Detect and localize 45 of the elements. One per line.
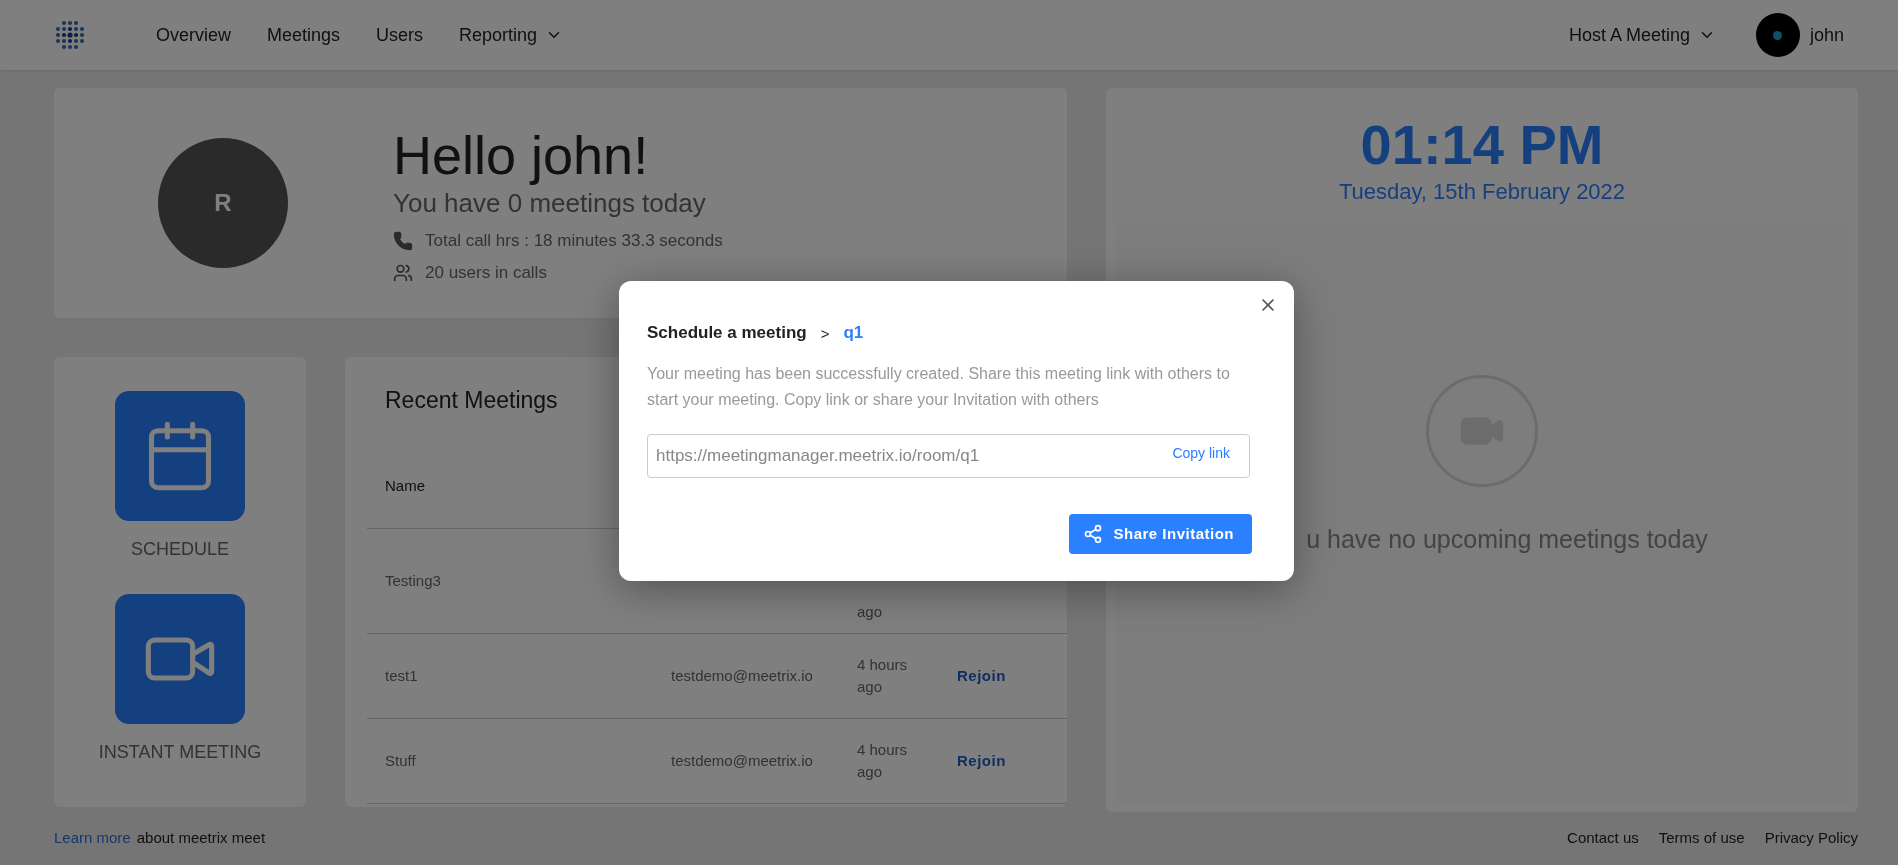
table-cell-text: 4 hours ago [857, 654, 909, 697]
share-icon [1083, 523, 1104, 544]
card-title: Recent Meetings [385, 387, 558, 414]
phone-icon [393, 230, 413, 251]
clock-time: 01:14 PM [1360, 112, 1604, 177]
users-icon [393, 262, 413, 283]
user-name[interactable]: john [1809, 24, 1844, 46]
action-label: INSTANT MEETING [98, 742, 262, 763]
clock-date: Tuesday, 15th February 2022 [1338, 179, 1626, 205]
footer-link[interactable]: Privacy Policy [1764, 828, 1858, 846]
meeting-name: q1 [843, 323, 864, 343]
rejoin-link[interactable]: Rejoin [957, 749, 1067, 773]
footer-text: about meetrix meet [136, 828, 266, 846]
copy-link-button[interactable]: Copy link [1172, 444, 1230, 461]
stat-text: 20 users in calls [425, 262, 547, 283]
user-avatar[interactable] [1755, 13, 1800, 57]
action-label: SCHEDULE [131, 539, 229, 560]
table-cell-text: testdemo@meetrix.io [671, 750, 814, 771]
dialog-title: Schedule a meeting [647, 323, 807, 343]
footer-link[interactable]: Contact us [1567, 828, 1639, 846]
stat-text: Total call hrs : 18 minutes 33.3 seconds [425, 230, 723, 251]
table-cell-text: ago [857, 601, 884, 622]
table-cell-text: test1 [385, 665, 419, 686]
footer-link[interactable]: Terms of use [1658, 828, 1745, 846]
nav-link[interactable]: Meetings [267, 24, 341, 46]
host-meeting-menu[interactable]: Host A Meeting [1568, 24, 1716, 46]
learn-more-link[interactable]: Learn more [54, 828, 131, 846]
nav-link[interactable]: Overview [156, 24, 231, 46]
table-cell-text: Testing3 [385, 570, 442, 591]
schedule-button[interactable] [115, 391, 245, 521]
instant-meeting-button[interactable] [115, 594, 245, 724]
table-cell-text: 4 hours ago [857, 739, 909, 782]
share-invitation-button[interactable]: Share Invitation [1069, 513, 1252, 554]
rejoin-link[interactable]: Rejoin [957, 664, 1067, 688]
greeting-title: Hello john! [393, 123, 650, 186]
nav-link[interactable]: Users [376, 24, 424, 46]
avatar-initial: R [214, 189, 232, 217]
nav-menu[interactable]: Reporting [459, 24, 564, 46]
logo-icon[interactable] [54, 19, 86, 51]
column-header: Name [385, 475, 426, 496]
table-cell-text: testdemo@meetrix.io [671, 665, 814, 686]
table-cell-text: Stuff [385, 750, 417, 771]
breadcrumb-separator: > [820, 324, 830, 342]
meetings-today-text: You have 0 meetings today [393, 187, 707, 219]
dialog-message: Your meeting has been successfully created. Share this meeting link with others to start your meeting. Copy link or share your Invitation with others [647, 364, 1231, 411]
